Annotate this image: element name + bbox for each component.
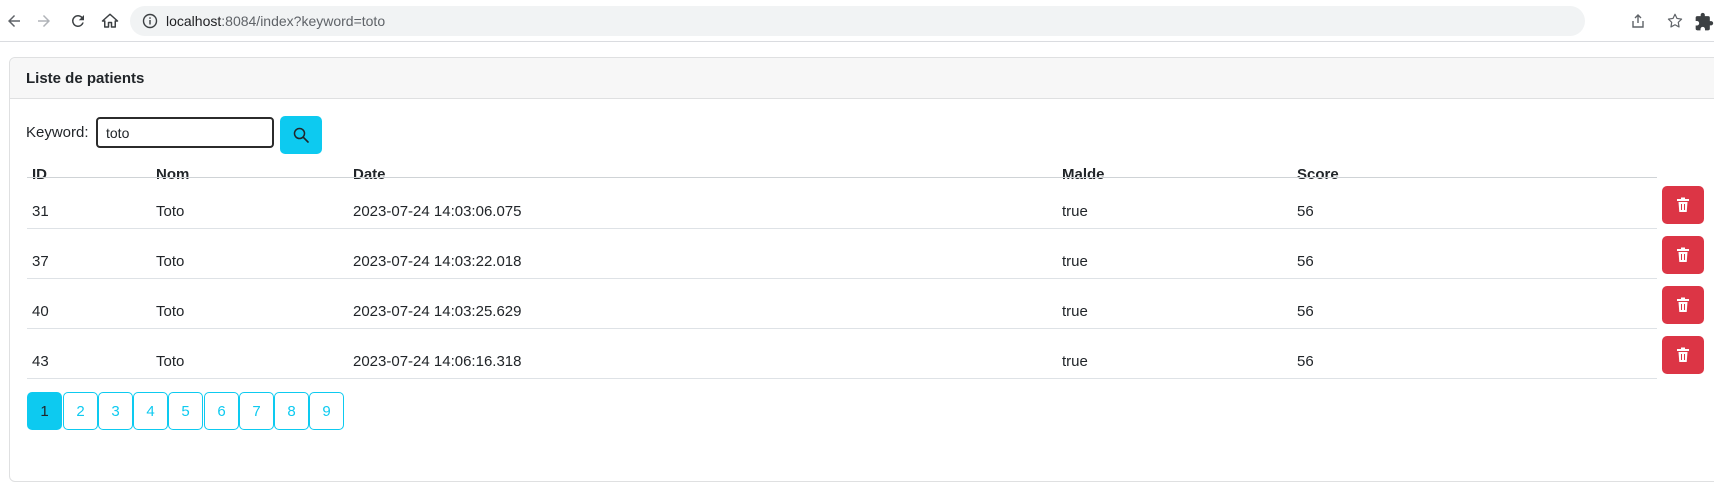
back-button[interactable]: [0, 7, 28, 35]
page-button-5[interactable]: 5: [168, 392, 203, 430]
home-icon: [101, 13, 119, 28]
url-host: localhost: [166, 13, 222, 29]
cell-id: 31: [32, 203, 49, 220]
delete-button[interactable]: [1662, 336, 1704, 374]
header-divider: [27, 177, 1657, 178]
header-id: ID: [32, 166, 47, 183]
patients-card: Liste de patients Keyword: ID Nom Date M…: [9, 57, 1714, 482]
search-button[interactable]: [280, 116, 322, 154]
address-bar[interactable]: localhost:8084/index?keyword=toto: [130, 6, 1683, 36]
page-button-6[interactable]: 6: [204, 392, 239, 430]
search-icon: [293, 127, 309, 143]
page-button-9[interactable]: 9: [309, 392, 344, 430]
cell-score: 56: [1297, 203, 1314, 220]
share-icon[interactable]: [1630, 13, 1646, 29]
reload-button[interactable]: [64, 7, 92, 35]
extensions-puzzle-icon[interactable]: [1694, 12, 1714, 32]
cell-id: 43: [32, 353, 49, 370]
trash-icon: [1677, 247, 1689, 262]
cell-date: 2023-07-24 14:03:06.075: [353, 203, 522, 220]
page-button-8[interactable]: 8: [274, 392, 309, 430]
delete-button[interactable]: [1662, 236, 1704, 274]
home-button[interactable]: [96, 7, 124, 35]
keyword-label: Keyword:: [26, 124, 89, 141]
cell-date: 2023-07-24 14:06:16.318: [353, 353, 522, 370]
cell-score: 56: [1297, 253, 1314, 270]
delete-button[interactable]: [1662, 286, 1704, 324]
page-button-3[interactable]: 3: [98, 392, 133, 430]
cell-nom: Toto: [156, 253, 185, 270]
header-malade: Malde: [1062, 166, 1105, 183]
arrow-right-icon: [38, 15, 50, 27]
cell-score: 56: [1297, 353, 1314, 370]
cell-nom: Toto: [156, 353, 185, 370]
forward-button[interactable]: [30, 7, 58, 35]
page-button-2[interactable]: 2: [63, 392, 98, 430]
trash-icon: [1677, 347, 1689, 362]
cell-id: 40: [32, 303, 49, 320]
cell-date: 2023-07-24 14:03:22.018: [353, 253, 522, 270]
cell-malade: true: [1062, 253, 1088, 270]
trash-icon: [1677, 297, 1689, 312]
cell-id: 37: [32, 253, 49, 270]
row-divider: [27, 278, 1657, 279]
info-icon[interactable]: [142, 13, 158, 29]
header-date: Date: [353, 166, 386, 183]
card-title: Liste de patients: [26, 70, 145, 87]
cell-nom: Toto: [156, 303, 185, 320]
cell-score: 56: [1297, 303, 1314, 320]
page-button-1[interactable]: 1: [27, 392, 62, 430]
bookmark-star-icon[interactable]: [1666, 12, 1684, 30]
url-text[interactable]: localhost:8084/index?keyword=toto: [166, 13, 385, 29]
reload-icon: [71, 14, 84, 27]
url-path: :8084/index?keyword=toto: [221, 13, 386, 29]
cell-nom: Toto: [156, 203, 185, 220]
header-nom: Nom: [156, 166, 190, 183]
row-divider: [27, 228, 1657, 229]
cell-malade: true: [1062, 353, 1088, 370]
page-button-7[interactable]: 7: [239, 392, 274, 430]
delete-button[interactable]: [1662, 186, 1704, 224]
row-divider: [27, 328, 1657, 329]
cell-malade: true: [1062, 303, 1088, 320]
cell-date: 2023-07-24 14:03:25.629: [353, 303, 522, 320]
arrow-left-icon: [8, 15, 20, 27]
card-header: Liste de patients: [10, 58, 1714, 99]
header-score: Score: [1297, 166, 1339, 183]
row-divider: [27, 378, 1657, 379]
keyword-input[interactable]: [96, 117, 274, 148]
browser-toolbar: localhost:8084/index?keyword=toto: [0, 0, 1714, 42]
cell-malade: true: [1062, 203, 1088, 220]
trash-icon: [1677, 197, 1689, 212]
page-button-4[interactable]: 4: [133, 392, 168, 430]
